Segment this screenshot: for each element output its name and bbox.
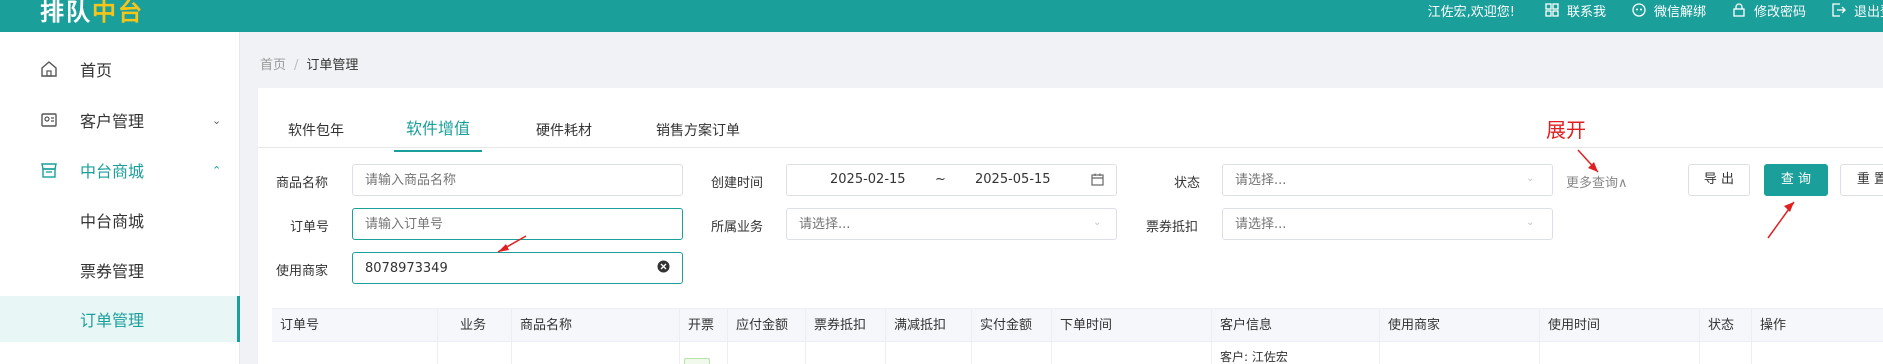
col-status: 状态	[1700, 309, 1752, 343]
col-actions: 操作	[1760, 318, 1787, 333]
col-invoice: 开票	[680, 309, 728, 343]
col-merchant: 使用商家	[1380, 309, 1540, 343]
col-discount-deduct: 满减抵扣	[886, 309, 972, 343]
col-voucher-deduct: 票券抵扣	[806, 309, 886, 343]
col-order-time: 下单时间	[1052, 309, 1212, 343]
col-payable: 应付金额	[728, 309, 806, 343]
col-paid: 实付金额	[972, 309, 1052, 343]
col-product-name: 商品名称	[512, 309, 680, 343]
col-order-no: 订单号	[272, 309, 438, 343]
table-row: 客户: 江佐宏	[272, 342, 1883, 364]
customer-info: 客户: 江佐宏	[1212, 342, 1380, 364]
col-use-time: 使用时间	[1540, 309, 1700, 343]
col-customer: 客户信息	[1212, 309, 1380, 343]
col-business: 业务	[438, 309, 512, 343]
table-header: 订单号 业务 商品名称 开票 应付金额 票券抵扣 满减抵扣 实付金额 下单时间 …	[272, 308, 1883, 343]
invoice-badge	[684, 358, 710, 364]
